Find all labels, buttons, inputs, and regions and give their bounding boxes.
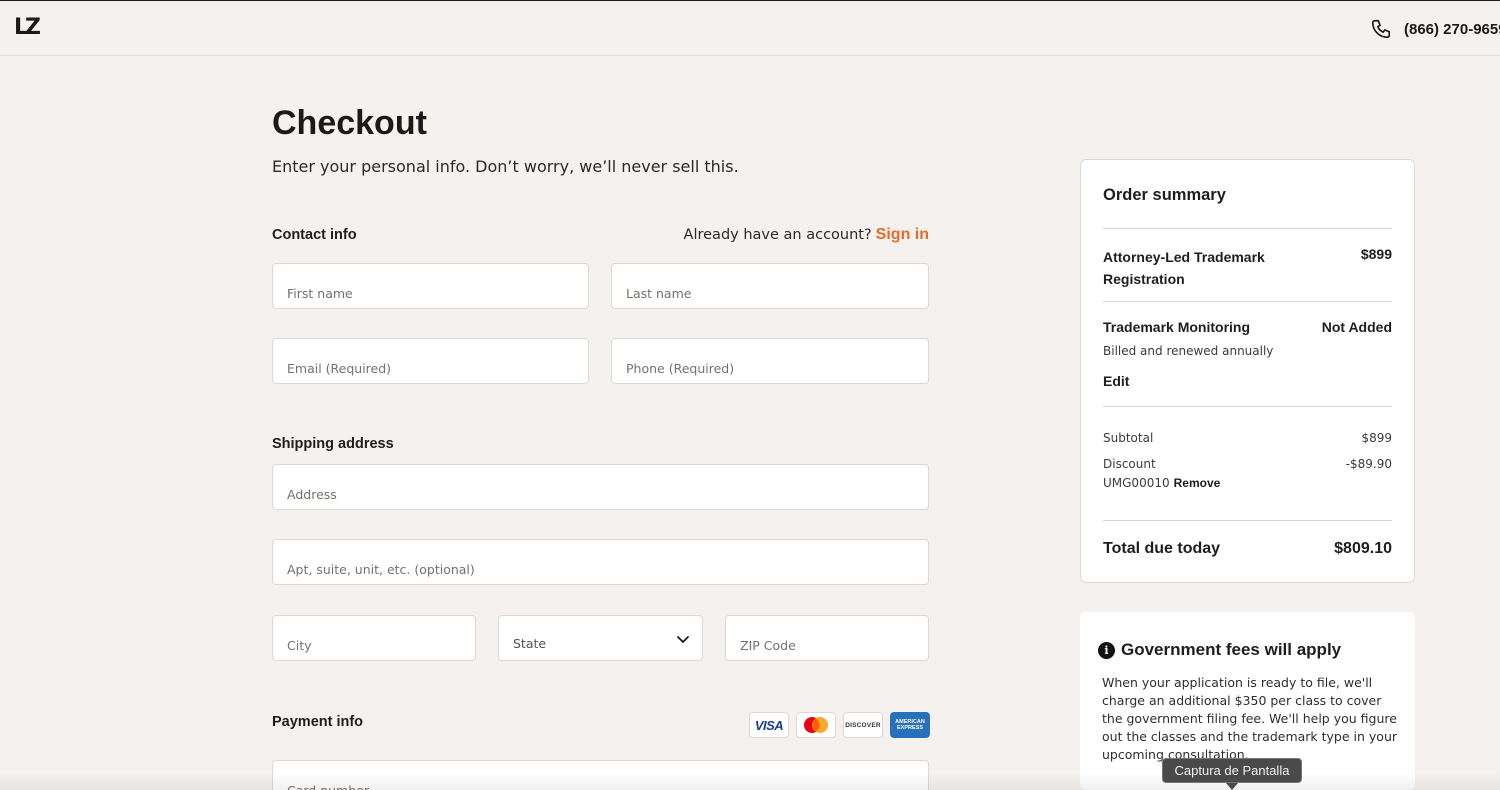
amex-icon: AMERICAN EXPRESS xyxy=(890,712,930,738)
state-select-value: State xyxy=(513,636,547,651)
chevron-down-icon xyxy=(677,636,689,643)
accepted-cards: VISA DISCOVER AMERICAN EXPRESS xyxy=(749,712,930,738)
shipping-address-label: Shipping address xyxy=(272,436,394,452)
discount-label: Discount xyxy=(1103,457,1156,471)
card-number-field[interactable] xyxy=(272,760,929,790)
last-name-field[interactable] xyxy=(611,263,929,309)
apt-field[interactable] xyxy=(272,539,929,585)
phone-number: (866) 270-9659 xyxy=(1404,20,1500,38)
total-value: $809.10 xyxy=(1334,540,1392,557)
divider xyxy=(1103,301,1392,302)
discover-text: DISCOVER xyxy=(845,721,881,729)
subtotal-label: Subtotal xyxy=(1103,431,1154,445)
info-icon: i xyxy=(1098,641,1115,659)
government-fees-title: Government fees will apply xyxy=(1121,640,1342,659)
item-price: $899 xyxy=(1360,246,1392,262)
divider xyxy=(1103,228,1392,229)
address-input[interactable] xyxy=(273,465,928,509)
government-fees-header: i Government fees will apply xyxy=(1098,640,1341,660)
phone-icon xyxy=(1371,19,1391,39)
city-input[interactable] xyxy=(273,616,475,660)
contact-info-label: Contact info xyxy=(272,227,357,243)
discount-code-row: UMG00010 Remove xyxy=(1103,476,1220,490)
last-name-input[interactable] xyxy=(612,264,928,308)
first-name-field[interactable] xyxy=(272,263,589,309)
amex-line2: EXPRESS xyxy=(897,725,923,731)
divider xyxy=(1103,520,1392,521)
apt-input[interactable] xyxy=(273,540,928,584)
monitoring-note: Billed and renewed annually xyxy=(1103,344,1274,358)
tooltip-arrow xyxy=(1226,783,1238,790)
total-label: Total due today xyxy=(1103,540,1221,557)
discount-value: -$89.90 xyxy=(1345,457,1392,471)
visa-text: VISA xyxy=(754,717,784,733)
government-fees-body: When your application is ready to file, … xyxy=(1102,675,1398,762)
account-prompt: Already have an account? Sign in xyxy=(684,226,929,244)
screenshot-tooltip: Captura de Pantalla xyxy=(1162,758,1302,783)
email-field[interactable] xyxy=(272,338,589,384)
logo[interactable]: LZ xyxy=(14,17,41,39)
account-prompt-text: Already have an account? xyxy=(683,227,872,243)
phone-field[interactable] xyxy=(611,338,929,384)
discover-icon: DISCOVER xyxy=(843,712,883,738)
first-name-input[interactable] xyxy=(273,264,588,308)
item-name: Attorney-Led Trademark Registration xyxy=(1103,246,1265,290)
top-bar: LZ (866) 270-9659 xyxy=(0,0,1500,56)
mastercard-icon xyxy=(796,712,836,738)
item-name-line1: Attorney-Led Trademark xyxy=(1103,249,1265,265)
mastercard-logo xyxy=(804,717,828,733)
divider xyxy=(1103,406,1392,407)
city-field[interactable] xyxy=(272,615,476,661)
monitoring-status: Not Added xyxy=(1321,319,1392,335)
visa-icon: VISA xyxy=(749,712,789,738)
order-summary: Order summary Attorney-Led Trademark Reg… xyxy=(1080,159,1415,583)
remove-discount-link[interactable]: Remove xyxy=(1174,476,1221,490)
page-title: Checkout xyxy=(272,104,427,142)
page-subtitle: Enter your personal info. Don’t worry, w… xyxy=(272,157,739,176)
state-select[interactable]: State xyxy=(498,615,703,661)
zip-field[interactable] xyxy=(725,615,929,661)
edit-link[interactable]: Edit xyxy=(1103,373,1129,389)
sign-in-link[interactable]: Sign in xyxy=(876,226,929,243)
order-summary-title: Order summary xyxy=(1103,186,1226,204)
monitoring-name: Trademark Monitoring xyxy=(1103,319,1251,335)
card-number-input[interactable] xyxy=(273,761,928,790)
zip-input[interactable] xyxy=(726,616,928,660)
item-name-line2: Registration xyxy=(1103,271,1185,287)
subtotal-value: $899 xyxy=(1361,431,1392,445)
phone-input[interactable] xyxy=(612,339,928,383)
address-field[interactable] xyxy=(272,464,929,510)
phone-link[interactable]: (866) 270-9659 xyxy=(1370,17,1500,41)
email-input[interactable] xyxy=(273,339,588,383)
amex-text: AMERICAN EXPRESS xyxy=(895,719,925,731)
payment-info-label: Payment info xyxy=(272,714,364,730)
discount-code: UMG00010 xyxy=(1103,476,1170,490)
